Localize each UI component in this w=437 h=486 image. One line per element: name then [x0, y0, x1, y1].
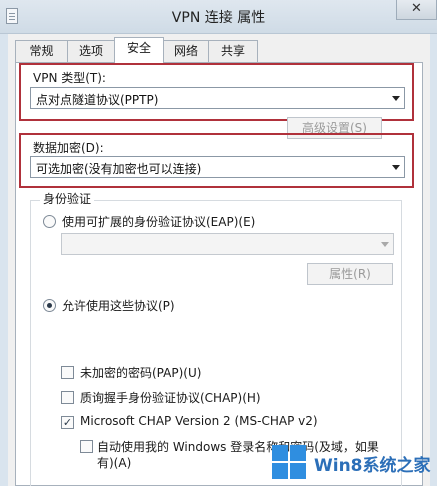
chap-label: 质询握手身份验证协议(CHAP)(H) — [80, 391, 261, 405]
chap-checkbox[interactable] — [61, 391, 74, 404]
chevron-down-icon — [381, 242, 389, 247]
watermark-text: Win8系统之家 — [314, 456, 431, 476]
allow-protocols-radio[interactable] — [43, 299, 56, 312]
pap-checkbox[interactable] — [61, 366, 74, 379]
tab-options[interactable]: 选项 — [67, 40, 115, 62]
eap-select[interactable] — [61, 233, 394, 255]
eap-radio-label: 使用可扩展的身份验证协议(EAP)(E) — [62, 215, 256, 229]
auto-windows-login-label-line2: 有)(A) — [97, 456, 132, 470]
eap-properties-button[interactable]: 属性(R) — [307, 263, 393, 285]
chevron-down-icon — [392, 165, 400, 170]
site-watermark: Win8系统之家 — [272, 443, 432, 483]
tab-general[interactable]: 常规 — [15, 40, 68, 62]
mschap-v2-label: Microsoft CHAP Version 2 (MS-CHAP v2) — [80, 414, 318, 428]
encryption-select[interactable]: 可选加密(没有加密也可以连接) — [30, 156, 405, 178]
tab-network[interactable]: 网络 — [163, 40, 209, 62]
tab-sharing[interactable]: 共享 — [208, 40, 258, 62]
mschap-v2-checkbox[interactable]: ✓ — [61, 416, 74, 429]
authentication-group-title: 身份验证 — [40, 190, 95, 207]
close-button[interactable]: ✕ — [396, 0, 437, 20]
vpn-type-label: VPN 类型(T): — [33, 71, 106, 85]
window-title: VPN 连接 属性 — [171, 10, 266, 26]
auto-windows-login-checkbox[interactable] — [80, 440, 93, 453]
chevron-down-icon — [392, 96, 400, 101]
allow-protocols-label: 允许使用这些协议(P) — [62, 299, 175, 313]
pap-label: 未加密的密码(PAP)(U) — [80, 366, 202, 380]
windows-logo-icon — [272, 445, 308, 481]
vpn-type-select[interactable]: 点对点隧道协议(PPTP) — [30, 87, 405, 109]
tab-security[interactable]: 安全 — [114, 37, 164, 63]
title-bar: VPN 连接 属性 ✕ — [0, 0, 437, 34]
vpn-type-value: 点对点隧道协议(PPTP) — [36, 93, 159, 107]
encryption-label: 数据加密(D): — [33, 141, 104, 155]
encryption-value: 可选加密(没有加密也可以连接) — [36, 162, 202, 176]
eap-radio[interactable] — [43, 215, 56, 228]
